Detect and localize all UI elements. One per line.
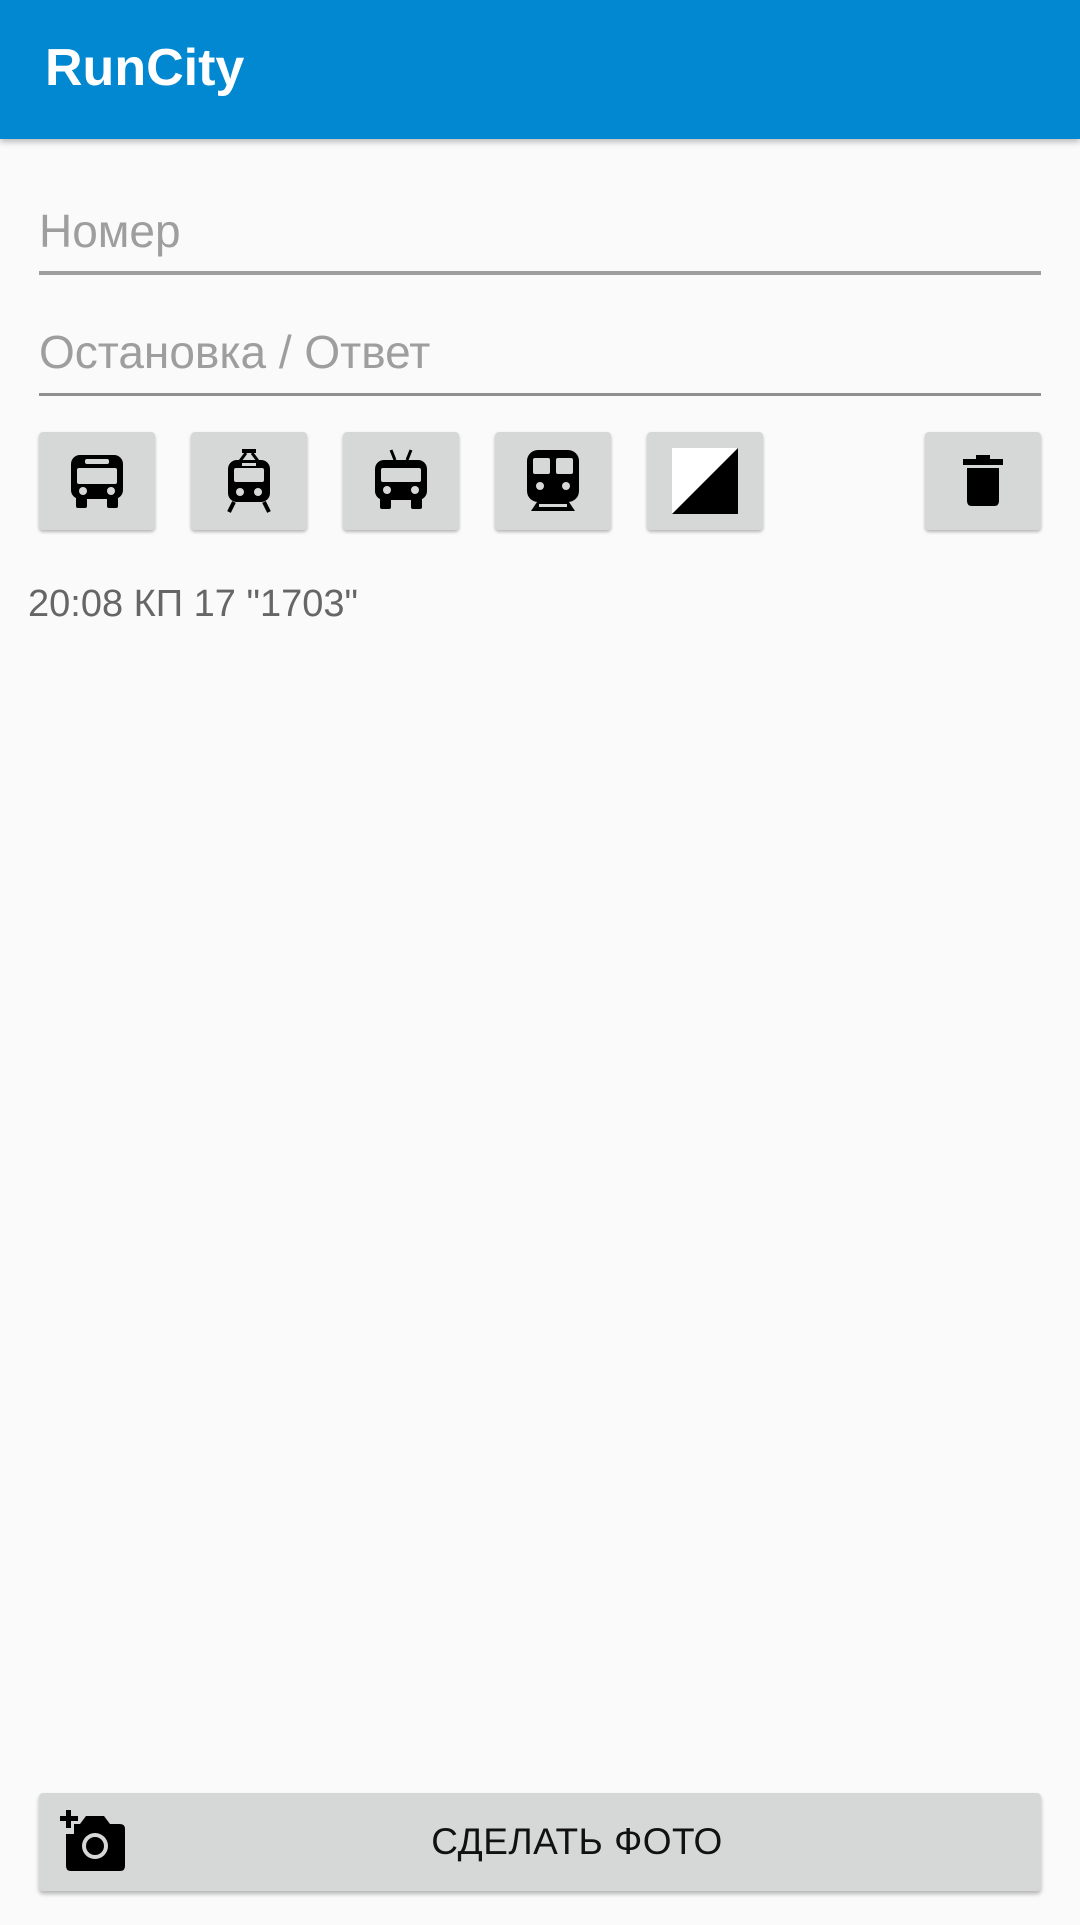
bus-icon [71,455,123,508]
number-input[interactable] [39,195,1041,267]
trash-icon [963,455,1003,506]
tram-icon [227,449,271,513]
half-square-button[interactable] [647,432,763,530]
stop-field-underline [39,393,1041,396]
take-photo-label: СДЕЛАТЬ ФОТО [431,1821,723,1862]
delete-button[interactable] [925,432,1041,530]
tram-button[interactable] [191,432,307,530]
trolleybus-icon [375,449,427,509]
stop-answer-field[interactable] [39,316,1041,396]
trolleybus-button[interactable] [343,432,459,530]
app-title: RunCity [45,39,245,97]
stop-answer-input[interactable] [39,316,1041,388]
app-bar: RunCity [0,0,1080,139]
half-square-icon [672,448,738,514]
subway-button[interactable] [495,432,611,530]
take-photo-button[interactable]: СДЕЛАТЬ ФОТО [39,1793,1041,1891]
subway-icon [527,450,579,511]
number-field[interactable] [39,195,1041,275]
log-entry: 20:08 КП 17 "1703" [28,583,358,625]
bus-button[interactable] [39,432,155,530]
number-field-underline [39,271,1041,275]
app-screen: RunCity Номер Остановка / Ответ 20:08 КП… [0,0,1080,1925]
